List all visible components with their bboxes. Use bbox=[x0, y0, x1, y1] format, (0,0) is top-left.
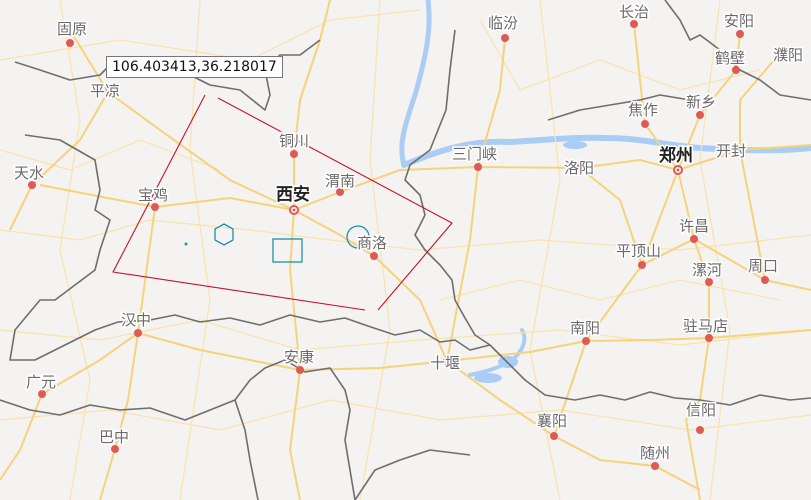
city-dot[interactable] bbox=[370, 252, 378, 260]
city-label: 长治 bbox=[619, 3, 649, 21]
city-dot[interactable] bbox=[151, 203, 159, 211]
city-marker[interactable]: 十堰 bbox=[429, 353, 462, 374]
city-dot[interactable] bbox=[290, 150, 298, 158]
city-dot[interactable] bbox=[38, 390, 46, 398]
city-label: 广元 bbox=[26, 373, 56, 391]
city-label: 渭南 bbox=[325, 172, 355, 190]
city-dot[interactable] bbox=[736, 30, 744, 38]
point-marker[interactable] bbox=[184, 242, 188, 246]
coordinate-tooltip: 106.403413,36.218017 bbox=[106, 56, 283, 78]
city-dot[interactable] bbox=[296, 366, 304, 374]
city-dot[interactable] bbox=[630, 20, 638, 28]
city-dot[interactable] bbox=[761, 276, 769, 284]
city-marker[interactable]: 濮阳 bbox=[772, 45, 805, 66]
city-dot[interactable] bbox=[550, 432, 558, 440]
city-dot[interactable] bbox=[732, 66, 740, 74]
city-dot[interactable] bbox=[696, 426, 704, 434]
city-label: 平顶山 bbox=[616, 242, 661, 260]
city-label: 开封 bbox=[716, 142, 746, 160]
city-label: 许昌 bbox=[679, 217, 709, 235]
reservoir bbox=[474, 373, 502, 383]
city-label: 固原 bbox=[57, 20, 87, 38]
city-dot[interactable] bbox=[501, 34, 509, 42]
city-label: 鹤壁 bbox=[715, 49, 745, 67]
city-dot[interactable] bbox=[638, 261, 646, 269]
city-dot[interactable] bbox=[641, 120, 649, 128]
city-dot[interactable] bbox=[111, 445, 119, 453]
city-label: 随州 bbox=[640, 444, 670, 462]
city-label: 安阳 bbox=[724, 12, 754, 30]
capital-dot-center bbox=[676, 168, 680, 172]
city-dot[interactable] bbox=[705, 334, 713, 342]
city-dot[interactable] bbox=[690, 235, 698, 243]
city-label: 新乡 bbox=[686, 93, 716, 111]
city-label: 周口 bbox=[748, 257, 778, 275]
city-label: 宝鸡 bbox=[138, 186, 168, 204]
city-dot[interactable] bbox=[696, 111, 704, 119]
city-label: 郑州 bbox=[659, 145, 693, 166]
city-label: 临汾 bbox=[488, 14, 518, 32]
city-label: 焦作 bbox=[628, 101, 658, 119]
city-label: 汉中 bbox=[121, 311, 151, 329]
city-dot[interactable] bbox=[134, 329, 142, 337]
city-label: 西安 bbox=[276, 184, 310, 205]
city-marker[interactable]: 洛阳 bbox=[563, 158, 596, 179]
city-label: 驻马店 bbox=[683, 317, 728, 335]
city-label: 商洛 bbox=[357, 234, 387, 252]
city-label: 三门峡 bbox=[452, 145, 497, 163]
city-dot[interactable] bbox=[28, 181, 36, 189]
city-label: 铜川 bbox=[279, 132, 309, 150]
city-dot[interactable] bbox=[651, 462, 659, 470]
city-label: 南阳 bbox=[570, 319, 600, 337]
city-marker[interactable]: 开封 bbox=[715, 141, 748, 162]
city-dot[interactable] bbox=[474, 163, 482, 171]
city-label: 洛阳 bbox=[564, 159, 594, 177]
city-label: 平凉 bbox=[90, 82, 120, 100]
city-dot[interactable] bbox=[66, 39, 74, 47]
city-label: 漯河 bbox=[692, 261, 722, 279]
city-label: 十堰 bbox=[430, 354, 460, 372]
city-dot[interactable] bbox=[582, 337, 590, 345]
city-label: 襄阳 bbox=[537, 412, 567, 430]
city-label: 巴中 bbox=[99, 428, 129, 446]
city-label: 安康 bbox=[284, 348, 314, 366]
city-label: 濮阳 bbox=[773, 46, 803, 64]
capital-dot-center bbox=[292, 208, 296, 212]
city-label: 天水 bbox=[14, 164, 44, 182]
city-marker[interactable]: 平凉 bbox=[89, 81, 122, 102]
city-dot[interactable] bbox=[705, 278, 713, 286]
reservoir bbox=[563, 141, 587, 149]
city-label: 信阳 bbox=[686, 401, 716, 419]
